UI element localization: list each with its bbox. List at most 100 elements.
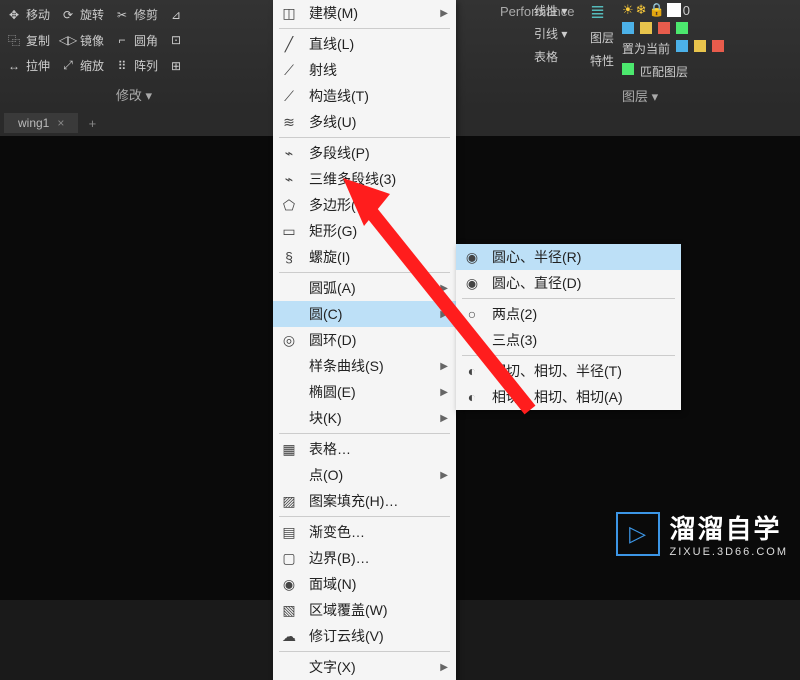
menu-item[interactable]: ▦表格… <box>273 436 456 462</box>
tab-close-icon[interactable]: × <box>57 116 64 130</box>
menu-item-label: 多边形(Y) <box>309 195 448 215</box>
rect-icon: ▭ <box>279 222 299 240</box>
menu-item[interactable]: ▨图案填充(H)… <box>273 488 456 514</box>
layer-swatch[interactable] <box>622 22 634 34</box>
layer-swatch[interactable] <box>658 22 670 34</box>
menu-item-label: 两点(2) <box>492 304 673 324</box>
tab-wing1[interactable]: wing1 × <box>4 113 78 133</box>
layer-state-row[interactable]: ☀❄🔒0 <box>622 2 794 18</box>
submenu-arrow-icon: ▶ <box>440 470 448 481</box>
trim-button[interactable]: ✂修剪 <box>114 6 158 23</box>
layer-swatch[interactable] <box>622 63 634 75</box>
menu-item[interactable]: 样条曲线(S)▶ <box>273 353 456 379</box>
blank-icon <box>279 658 299 676</box>
menu-item[interactable]: ○两点(2) <box>456 301 681 327</box>
mirror-button[interactable]: ◁▷镜像 <box>60 32 104 49</box>
menu-item[interactable]: ◎圆环(D) <box>273 327 456 353</box>
menu-item-label: 多段线(P) <box>309 143 448 163</box>
copy-button[interactable]: ⿻复制 <box>6 32 50 49</box>
polygon-icon: ⬠ <box>279 196 299 214</box>
menu-item[interactable]: ◐相切、相切、半径(T) <box>456 358 681 384</box>
layer-swatch[interactable] <box>640 22 652 34</box>
menu-item[interactable]: ◫建模(M)▶ <box>273 0 456 26</box>
set-current-button[interactable]: 置为当前 <box>622 40 670 57</box>
menu-item-label: 三维多段线(3) <box>309 169 448 189</box>
move-label: 移动 <box>26 6 50 23</box>
menu-item[interactable]: 圆弧(A)▶ <box>273 275 456 301</box>
menu-item[interactable]: ⌁多段线(P) <box>273 140 456 166</box>
rotate-label: 旋转 <box>80 6 104 23</box>
stretch-button[interactable]: ↔拉伸 <box>6 57 50 74</box>
menu-item[interactable]: ▢边界(B)… <box>273 545 456 571</box>
chevron-icon: ⊡ <box>168 32 184 48</box>
menu-item-label: 构造线(T) <box>309 86 448 106</box>
fillet-button[interactable]: ⌐圆角 <box>114 32 158 49</box>
move-icon: ✥ <box>6 7 22 23</box>
mirror-label: 镜像 <box>80 32 104 49</box>
menu-item[interactable]: 点(O)▶ <box>273 462 456 488</box>
submenu-arrow-icon: ▶ <box>440 662 448 673</box>
array-icon: ⠿ <box>114 58 130 74</box>
menu-item[interactable]: ⟋构造线(T) <box>273 83 456 109</box>
wipeout-icon: ▧ <box>279 601 299 619</box>
menu-item[interactable]: ⟋ 射线 <box>273 57 456 83</box>
array-label: 阵列 <box>134 57 158 74</box>
menu-separator <box>279 137 450 138</box>
menu-item-label: 椭圆(E) <box>309 382 430 402</box>
match-layer-button[interactable]: 匹配图层 <box>640 63 688 80</box>
blank-icon <box>279 466 299 484</box>
menu-item-label: 建模(M) <box>309 3 430 23</box>
tab-add-button[interactable]: + <box>82 113 102 133</box>
menu-item[interactable]: ▧区域覆盖(W) <box>273 597 456 623</box>
menu-item[interactable]: 圆(C)▶ <box>273 301 456 327</box>
menu-item[interactable]: ≋多线(U) <box>273 109 456 135</box>
rotate-button[interactable]: ⟳旋转 <box>60 6 104 23</box>
menu-item-label: 射线 <box>309 60 448 80</box>
menu-item[interactable]: ◐相切、相切、相切(A) <box>456 384 681 410</box>
menu-item-label: 圆弧(A) <box>309 278 430 298</box>
array-button[interactable]: ⠿阵列 <box>114 57 158 74</box>
cube-icon: ◫ <box>279 4 299 22</box>
table-button[interactable]: 表格 <box>534 48 582 65</box>
region-icon: ◉ <box>279 575 299 593</box>
layer-swatch[interactable] <box>712 40 724 52</box>
more2-button[interactable]: ⊡ <box>168 32 184 48</box>
menu-item[interactable]: ◉圆心、直径(D) <box>456 270 681 296</box>
menu-item[interactable]: ╱直线(L) <box>273 31 456 57</box>
layer-swatch[interactable] <box>676 22 688 34</box>
menu-item[interactable]: 文字(X)▶ <box>273 654 456 680</box>
layer-swatch[interactable] <box>694 40 706 52</box>
layer-swatch[interactable] <box>676 40 688 52</box>
layer-main-icon[interactable]: ≣ <box>590 2 614 23</box>
menu-item[interactable]: ○三点(3) <box>456 327 681 353</box>
trim-label: 修剪 <box>134 6 158 23</box>
menu-item[interactable]: 椭圆(E)▶ <box>273 379 456 405</box>
menu-item[interactable]: ▭矩形(G) <box>273 218 456 244</box>
menu-item-label: 渐变色… <box>309 522 448 542</box>
cd-icon: ◉ <box>462 274 482 292</box>
fillet-label: 圆角 <box>134 32 158 49</box>
layer-panel-label[interactable]: 图层 ▾ <box>622 86 794 105</box>
menu-item[interactable]: §螺旋(I) <box>273 244 456 270</box>
more1-button[interactable]: ⊿ <box>168 7 184 23</box>
menu-item[interactable]: ◉圆心、半径(R) <box>456 244 681 270</box>
leader-button[interactable]: 引线 ▾ <box>534 25 582 42</box>
menu-item[interactable]: ⌁三维多段线(3) <box>273 166 456 192</box>
move-button[interactable]: ✥移动 <box>6 6 50 23</box>
watermark-sub: ZIXUE.3D66.COM <box>670 546 788 558</box>
menu-item-label: 多线(U) <box>309 112 448 132</box>
ray-icon: ⟋ <box>279 61 299 79</box>
menu-item[interactable]: 块(K)▶ <box>273 405 456 431</box>
menu-item[interactable]: ⬠ 多边形(Y) <box>273 192 456 218</box>
scale-button[interactable]: ⤢缩放 <box>60 57 104 74</box>
menu-item[interactable]: ☁修订云线(V) <box>273 623 456 649</box>
menu-item-label: 图案填充(H)… <box>309 491 448 511</box>
menu-item[interactable]: ◉面域(N) <box>273 571 456 597</box>
menu-item-label: 相切、相切、半径(T) <box>492 361 673 381</box>
watermark: ▷ 溜溜自学 ZIXUE.3D66.COM <box>616 509 788 558</box>
scale-icon: ⤢ <box>60 58 76 74</box>
linear-button[interactable]: 线性 ▾ <box>534 2 582 19</box>
more3-button[interactable]: ⊞ <box>168 58 184 74</box>
modify-group-label[interactable]: 修改 ▾ <box>6 85 262 104</box>
menu-item[interactable]: ▤渐变色… <box>273 519 456 545</box>
